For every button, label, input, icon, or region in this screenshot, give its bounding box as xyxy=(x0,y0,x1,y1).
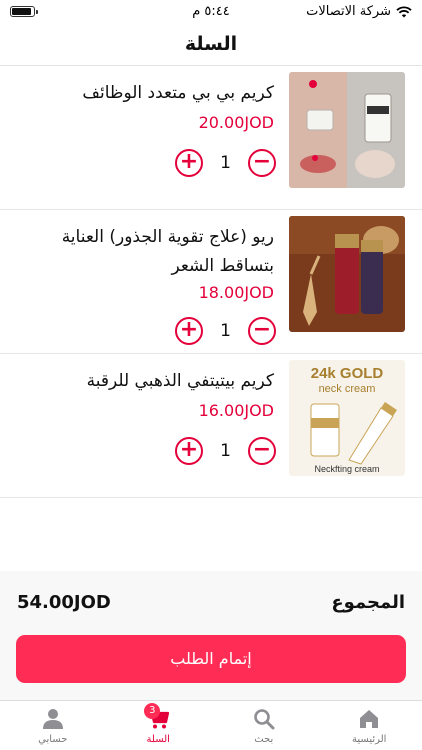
search-icon xyxy=(253,709,275,730)
product-name: كريم بيتيتفي الذهبي للرقبة xyxy=(86,371,274,391)
decrease-quantity-button[interactable]: − xyxy=(248,437,276,465)
product-price: 16.00JOD xyxy=(198,401,274,420)
tab-home[interactable]: الرئيسية xyxy=(317,701,422,750)
wifi-icon xyxy=(396,5,412,17)
decrease-quantity-button[interactable]: − xyxy=(248,317,276,345)
quantity-value: 1 xyxy=(220,153,231,173)
status-time: ٥:٤٤ م xyxy=(192,4,230,19)
product-price: 18.00JOD xyxy=(198,283,274,302)
quantity-stepper: + 1 − xyxy=(175,437,276,465)
tab-label: حسابي xyxy=(38,734,68,745)
cart-item-ryo-hair: ريو (علاج تقوية الجذور) العناية بتساقط ا… xyxy=(0,210,422,354)
tab-bar: حسابي 3 السلة بحث الرئيسية xyxy=(0,700,422,750)
tab-label: بحث xyxy=(254,734,274,745)
cart-total: 54.00JOD المجموع xyxy=(17,588,405,616)
tab-label: الرئيسية xyxy=(352,734,387,745)
carrier-info: شركة الاتصالات xyxy=(306,4,412,19)
product-name: كريم بي بي متعدد الوظائف xyxy=(82,83,274,103)
status-bar: شركة الاتصالات ٥:٤٤ م xyxy=(0,0,422,22)
product-image-subheading: neck cream xyxy=(319,383,376,395)
increase-quantity-button[interactable]: + xyxy=(175,317,203,345)
product-image-bb-cream[interactable] xyxy=(289,72,405,188)
tab-cart[interactable]: 3 السلة xyxy=(106,701,212,750)
product-price: 20.00JOD xyxy=(198,113,274,132)
cart-item-bb-cream: كريم بي بي متعدد الوظائف 20.00JOD + 1 − xyxy=(0,66,422,210)
cart-item-gold-neck-cream: 24k GOLD neck cream Neckfting cream كريم… xyxy=(0,354,422,498)
tab-account[interactable]: حسابي xyxy=(0,701,106,750)
increase-quantity-button[interactable]: + xyxy=(175,437,203,465)
product-image-ryo-hair[interactable] xyxy=(289,216,405,332)
quantity-stepper: + 1 − xyxy=(175,317,276,345)
product-image-caption: Neckfting cream xyxy=(314,464,379,474)
page-title: السلة xyxy=(184,33,238,55)
quantity-value: 1 xyxy=(220,321,231,341)
decrease-quantity-button[interactable]: − xyxy=(248,149,276,177)
user-icon xyxy=(42,709,63,729)
quantity-stepper: + 1 − xyxy=(175,149,276,177)
nav-header: السلة xyxy=(0,22,422,66)
product-image-gold-neck-cream[interactable]: 24k GOLD neck cream Neckfting cream xyxy=(289,360,405,476)
carrier-name: شركة الاتصالات xyxy=(306,4,391,19)
checkout-button[interactable]: إتمام الطلب xyxy=(16,635,406,683)
cart-list: كريم بي بي متعدد الوظائف 20.00JOD + 1 − … xyxy=(0,66,422,571)
product-image-heading: 24k GOLD xyxy=(311,365,384,382)
home-icon xyxy=(360,710,379,728)
product-name: ريو (علاج تقوية الجذور) العناية بتساقط ا… xyxy=(61,227,274,276)
total-amount: 54.00JOD xyxy=(17,591,111,613)
total-label: المجموع xyxy=(331,591,405,613)
quantity-value: 1 xyxy=(220,441,231,461)
tab-search[interactable]: بحث xyxy=(211,701,317,750)
battery-icon xyxy=(10,6,38,17)
increase-quantity-button[interactable]: + xyxy=(175,149,203,177)
tab-label: السلة xyxy=(146,734,170,745)
